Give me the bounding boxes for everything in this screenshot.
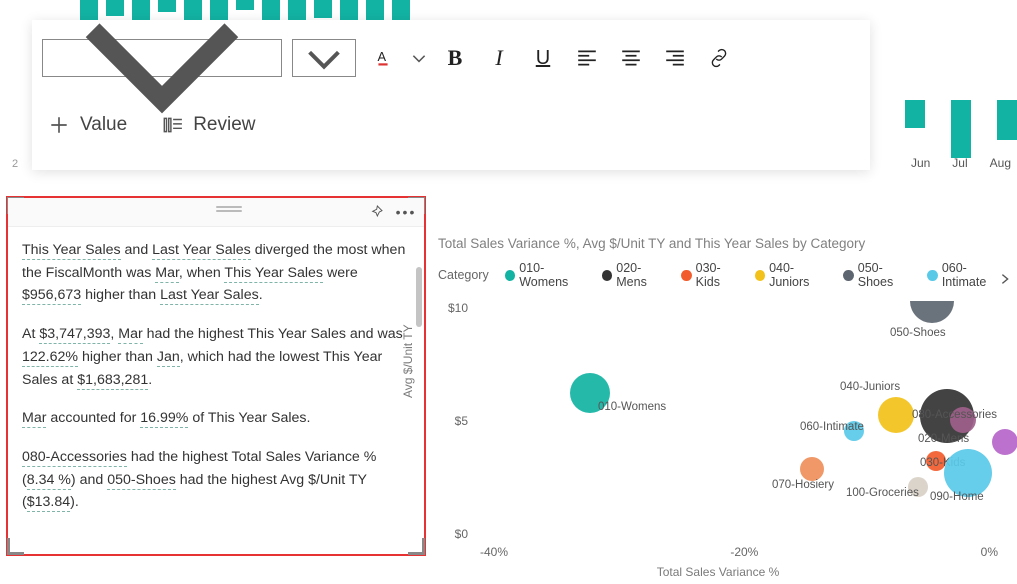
legend-text: 030-Kids — [696, 261, 743, 289]
bg-bar-chart-right — [905, 100, 1017, 158]
bg-axis-months: JunJulAug — [911, 156, 1011, 170]
legend-text: 040-Juniors — [769, 261, 831, 289]
plus-icon — [48, 114, 70, 136]
bubble-040-Juniors[interactable] — [878, 397, 914, 433]
pin-icon[interactable] — [368, 204, 384, 220]
bubble-label: 020-Mens — [918, 433, 969, 445]
narrative-visual[interactable]: ••• This Year Sales and Last Year Sales … — [6, 196, 426, 556]
font-color-dropdown[interactable] — [410, 41, 428, 75]
x-axis-ticks: -40% -20% 0% — [480, 545, 998, 559]
legend-scroll-right-icon[interactable] — [998, 272, 1012, 286]
align-left-button[interactable] — [570, 41, 604, 75]
review-button[interactable]: Review — [155, 112, 261, 138]
italic-button[interactable]: I — [482, 41, 516, 75]
legend-item[interactable]: 030-Kids — [681, 261, 742, 289]
legend-dot-icon — [927, 270, 937, 281]
drag-grip-icon[interactable] — [216, 206, 242, 208]
bubble-label: 100-Groceries — [846, 487, 919, 499]
legend-dot-icon — [505, 270, 515, 281]
x-axis-label: Total Sales Variance % — [657, 565, 780, 579]
bubble-label: 050-Shoes — [890, 327, 946, 339]
bubble-label: 070-Hosiery — [772, 479, 834, 491]
legend-dot-icon — [681, 270, 691, 281]
legend-item[interactable]: 040-Juniors — [755, 261, 832, 289]
chevron-down-icon — [51, 0, 273, 169]
bubble-label: 010-Womens — [598, 401, 666, 413]
bubble-label: 060-Intimate — [800, 421, 864, 433]
link-button[interactable] — [702, 41, 736, 75]
bubble-label: 090-Home — [930, 491, 984, 503]
chart-legend: Category 010-Womens 020-Mens 030-Kids 040-J… — [438, 261, 1008, 289]
chevron-down-icon — [301, 35, 347, 81]
legend-text: 050-Shoes — [858, 261, 916, 289]
legend-item[interactable]: 020-Mens — [602, 261, 669, 289]
add-value-button[interactable]: Value — [42, 112, 133, 138]
align-right-button[interactable] — [658, 41, 692, 75]
more-options-icon[interactable]: ••• — [398, 204, 414, 220]
font-color-button[interactable]: A — [366, 41, 400, 75]
bubble-misc[interactable] — [992, 429, 1017, 455]
bold-button[interactable]: B — [438, 41, 472, 75]
bubble-050-Shoes[interactable] — [910, 301, 954, 323]
font-size-select[interactable] — [292, 39, 356, 77]
y-axis-label: Avg $/Unit TY — [401, 324, 415, 398]
review-icon — [161, 114, 183, 136]
review-label: Review — [193, 114, 255, 136]
visual-header: ••• — [8, 198, 424, 227]
bubble-label: 040-Juniors — [840, 381, 900, 393]
chart-title: Total Sales Variance %, Avg $/Unit TY an… — [438, 236, 1008, 251]
legend-dot-icon — [843, 270, 853, 281]
value-label: Value — [80, 114, 127, 136]
format-toolbar: A B I U Value — [32, 20, 870, 170]
underline-button[interactable]: U — [526, 41, 560, 75]
legend-item[interactable]: 060-Intimate — [927, 261, 1008, 289]
align-center-button[interactable] — [614, 41, 648, 75]
chart-plot-area[interactable]: Avg $/Unit TY $10 $5 $0 050-Shoes010-Wom… — [438, 301, 998, 541]
narrative-text[interactable]: This Year Sales and Last Year Sales dive… — [8, 227, 424, 555]
legend-text: 020-Mens — [616, 261, 669, 289]
legend-dot-icon — [602, 270, 612, 281]
legend-item[interactable]: 010-Womens — [505, 261, 590, 289]
scrollbar[interactable] — [416, 267, 422, 327]
bubble-090-Home[interactable] — [944, 449, 992, 497]
svg-text:A: A — [378, 49, 387, 64]
bubble-070-Hosiery[interactable] — [800, 457, 824, 481]
legend-label: Category — [438, 268, 489, 282]
scatter-chart[interactable]: Total Sales Variance %, Avg $/Unit TY an… — [438, 236, 1008, 576]
font-family-select[interactable] — [42, 39, 282, 77]
legend-text: 010-Womens — [519, 261, 590, 289]
chevron-down-icon — [410, 47, 428, 69]
legend-dot-icon — [755, 270, 765, 281]
y-axis-ticks: $10 $5 $0 — [432, 301, 468, 541]
bubble-label: 080-Accessories — [912, 409, 997, 421]
legend-item[interactable]: 050-Shoes — [843, 261, 915, 289]
